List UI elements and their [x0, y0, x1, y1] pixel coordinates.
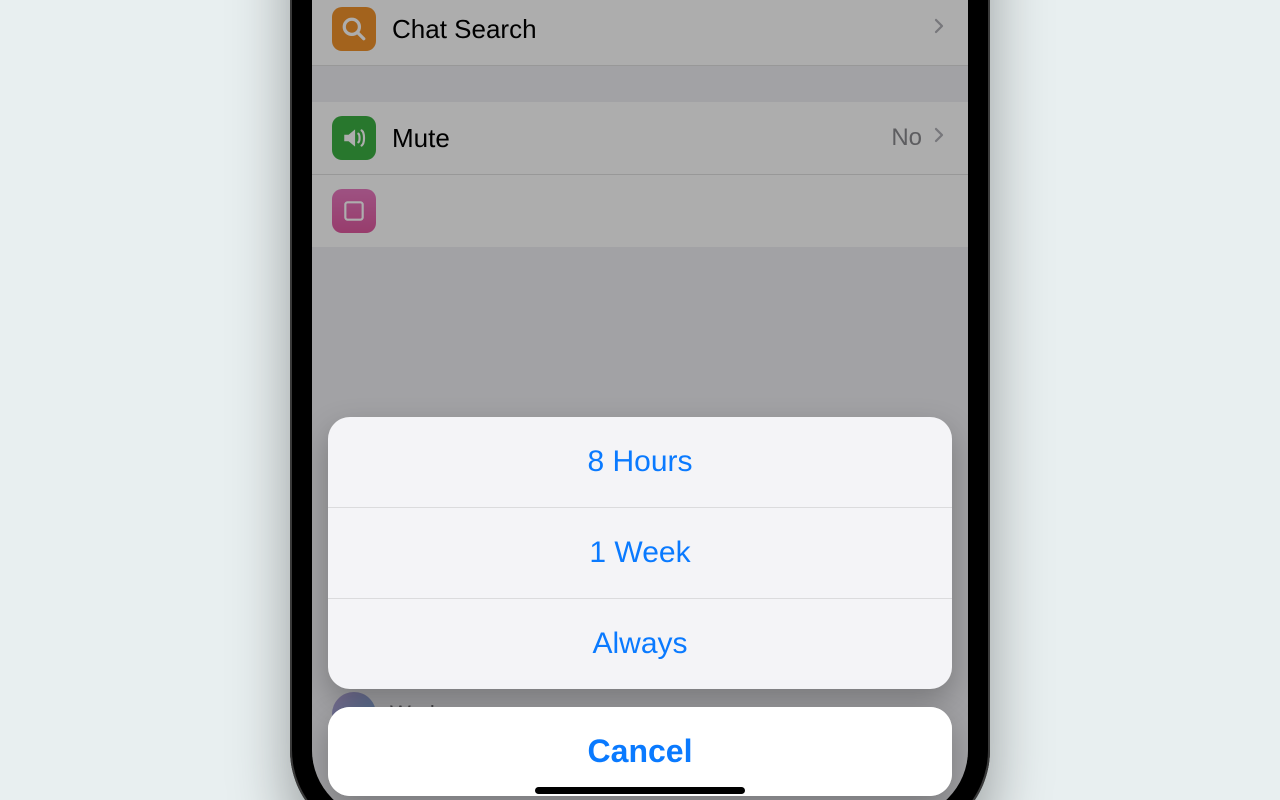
phone-frame: Chat Search Mute [290, 0, 990, 800]
action-sheet: 8 Hours 1 Week Always Cancel [328, 417, 952, 796]
home-indicator[interactable] [535, 787, 745, 794]
mute-option-1-week[interactable]: 1 Week [328, 507, 952, 598]
app-screen: Chat Search Mute [312, 0, 968, 800]
action-sheet-cancel-group: Cancel [328, 707, 952, 796]
action-sheet-options: 8 Hours 1 Week Always [328, 417, 952, 689]
mute-option-8-hours[interactable]: 8 Hours [328, 417, 952, 507]
phone-screen: Chat Search Mute [312, 0, 968, 800]
canvas: Chat Search Mute [0, 0, 1280, 800]
cancel-button[interactable]: Cancel [328, 707, 952, 796]
mute-option-always[interactable]: Always [328, 598, 952, 689]
